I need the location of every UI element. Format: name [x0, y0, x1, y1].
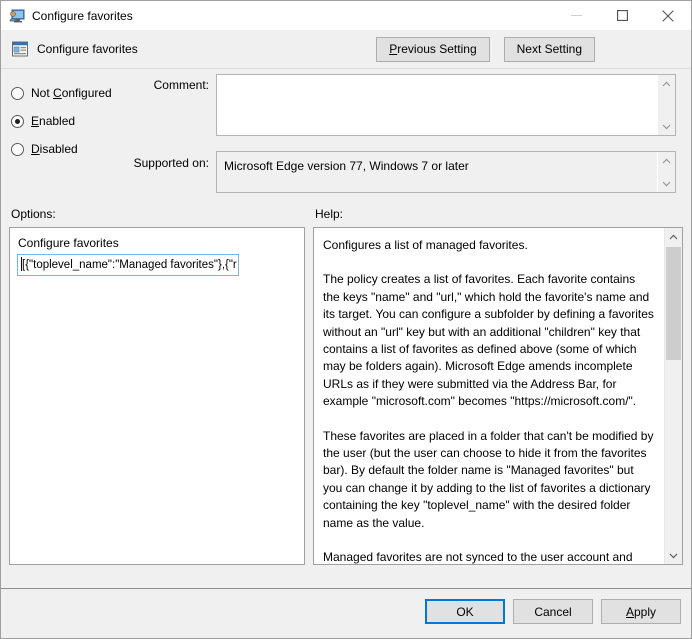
- dialog-footer: OK Cancel Apply: [1, 588, 691, 638]
- ok-button[interactable]: OK: [425, 599, 505, 624]
- radio-mark-disabled[interactable]: [11, 142, 24, 156]
- radio-accel-enabled: E: [31, 114, 40, 128]
- setting-icon: [11, 40, 29, 58]
- setting-title: Configure favorites: [37, 42, 138, 56]
- help-paragraph-3: These favorites are placed in a folder t…: [323, 428, 654, 530]
- radio-label-enabled: Enabled: [31, 114, 76, 128]
- options-label: Options:: [11, 207, 56, 221]
- supported-on-scroll-down-icon[interactable]: [658, 175, 675, 192]
- previous-setting-label-rest: revious Setting: [397, 42, 477, 56]
- apply-accel: A: [625, 604, 634, 619]
- policy-state-radio-group: Not Configured Enabled Disabled: [11, 79, 131, 163]
- window-controls: [553, 1, 691, 30]
- minimize-icon[interactable]: [553, 1, 599, 30]
- options-setting-title: Configure favorites: [18, 236, 119, 250]
- cancel-button[interactable]: Cancel: [513, 599, 593, 624]
- panels-row: Configure favorites [{"toplevel_name":"M…: [1, 227, 691, 588]
- supported-on-label: Supported on:: [133, 156, 209, 170]
- apply-button[interactable]: Apply: [601, 599, 681, 624]
- maximize-icon[interactable]: [599, 1, 645, 30]
- radio-label-not-configured: Not Configured: [31, 86, 112, 100]
- configure-favorites-dialog: Configure favorites Configure favorites …: [0, 0, 692, 639]
- footer-buttons: OK Cancel Apply: [425, 599, 681, 624]
- help-paragraph-1: Configures a list of managed favorites.: [323, 238, 528, 252]
- help-scrollbar[interactable]: [664, 228, 682, 564]
- radio-label-disabled: Disabled: [31, 142, 78, 156]
- window-title: Configure favorites: [32, 8, 133, 23]
- radio-not-configured[interactable]: Not Configured: [11, 79, 131, 107]
- supported-on-scrollbar[interactable]: [657, 152, 675, 192]
- comment-scrollbar[interactable]: [657, 75, 675, 135]
- help-paragraph-2: The policy creates a list of favorites. …: [323, 272, 654, 409]
- comment-label: Comment:: [153, 78, 209, 92]
- radio-accel-disabled: D: [31, 142, 40, 156]
- configure-favorites-input[interactable]: [{"toplevel_name":"Managed favorites"},{…: [17, 254, 239, 276]
- comment-textbox[interactable]: [216, 74, 676, 136]
- supported-on-value: Microsoft Edge version 77, Windows 7 or …: [217, 152, 657, 192]
- help-scroll-up-icon[interactable]: [665, 228, 682, 245]
- radio-accel-not-configured: C: [53, 86, 62, 100]
- options-panel: Configure favorites [{"toplevel_name":"M…: [9, 227, 305, 565]
- previous-setting-button[interactable]: Previous Setting: [376, 36, 490, 62]
- apply-label-rest: pply: [634, 604, 657, 619]
- policy-setting-icon: [9, 8, 25, 24]
- setting-header-band: Configure favorites Previous Setting Nex…: [1, 30, 691, 69]
- navigation-buttons: Previous Setting Next Setting: [376, 36, 595, 62]
- panel-labels-row: Options: Help:: [1, 201, 691, 227]
- help-scroll-thumb[interactable]: [666, 247, 681, 360]
- radio-mark-not-configured[interactable]: [11, 86, 24, 100]
- configure-favorites-input-value[interactable]: [{"toplevel_name":"Managed favorites"},{…: [22, 259, 237, 271]
- previous-setting-accel: P: [389, 42, 398, 56]
- help-text: Configures a list of managed favorites. …: [314, 228, 664, 564]
- comment-scroll-down-icon[interactable]: [658, 118, 675, 135]
- comment-value[interactable]: [217, 75, 657, 135]
- supported-on-textbox[interactable]: Microsoft Edge version 77, Windows 7 or …: [216, 151, 676, 193]
- supported-on-scroll-up-icon[interactable]: [658, 152, 675, 169]
- radio-enabled[interactable]: Enabled: [11, 107, 131, 135]
- comment-scroll-up-icon[interactable]: [658, 75, 675, 92]
- title-bar: Configure favorites: [1, 1, 691, 30]
- close-icon[interactable]: [645, 1, 691, 30]
- radio-mark-enabled[interactable]: [11, 114, 24, 128]
- help-paragraph-4: Managed favorites are not synced to the …: [323, 550, 633, 564]
- next-setting-button[interactable]: Next Setting: [503, 36, 595, 62]
- help-scroll-down-icon[interactable]: [665, 547, 682, 564]
- help-scroll-track[interactable]: [665, 245, 682, 547]
- help-panel: Configures a list of managed favorites. …: [313, 227, 683, 565]
- state-and-meta-section: Not Configured Enabled Disabled Comment:: [1, 69, 691, 201]
- help-label: Help:: [315, 207, 344, 221]
